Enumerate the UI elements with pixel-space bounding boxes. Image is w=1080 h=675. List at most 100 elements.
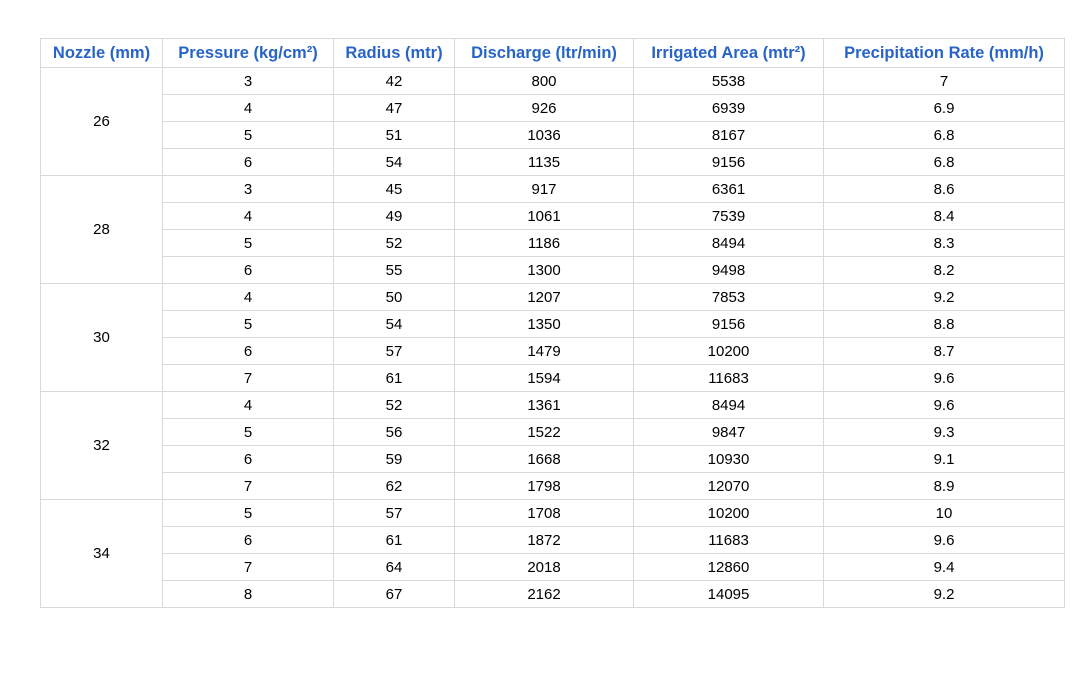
discharge-cell: 1361 — [454, 391, 634, 419]
table-row: 4 47 926 6939 6.9 — [41, 94, 1065, 122]
table-row: 28 3 45 917 6361 8.6 — [40, 175, 1065, 284]
pressure-cell: 7 — [162, 553, 334, 581]
header-radius: Radius (mtr) — [333, 38, 455, 68]
table-row: 34 5 57 1708 10200 10 — [40, 499, 1065, 608]
precipitation-rate-cell: 8.3 — [823, 229, 1065, 257]
pressure-cell: 6 — [162, 256, 334, 284]
pressure-cell: 6 — [162, 445, 334, 473]
nozzle-cell: 28 — [40, 175, 163, 284]
radius-cell: 54 — [333, 310, 455, 338]
radius-cell: 56 — [333, 418, 455, 446]
nozzle-cell: 30 — [40, 283, 163, 392]
discharge-cell: 1479 — [454, 337, 634, 365]
irrigated-area-cell: 9847 — [633, 418, 824, 446]
radius-cell: 54 — [333, 148, 455, 176]
pressure-cell: 8 — [162, 580, 334, 608]
pressure-cell: 4 — [162, 202, 334, 230]
radius-cell: 45 — [333, 175, 455, 203]
discharge-cell: 1798 — [454, 472, 634, 500]
table-row: 6 54 1135 9156 6.8 — [41, 148, 1065, 176]
header-precipitation-rate: Precipitation Rate (mm/h) — [823, 38, 1065, 68]
irrigated-area-cell: 7853 — [633, 283, 824, 311]
precipitation-rate-cell: 6.9 — [823, 94, 1065, 122]
radius-cell: 55 — [333, 256, 455, 284]
table-row: 6 59 1668 10930 9.1 — [41, 445, 1065, 473]
irrigated-area-cell: 12860 — [633, 553, 824, 581]
table-row: 30 4 50 1207 7853 9.2 — [40, 283, 1065, 392]
pressure-cell: 4 — [162, 283, 334, 311]
pressure-cell: 6 — [162, 526, 334, 554]
radius-cell: 52 — [333, 229, 455, 257]
precipitation-rate-cell: 6.8 — [823, 121, 1065, 149]
irrigated-area-cell: 10930 — [633, 445, 824, 473]
irrigated-area-cell: 12070 — [633, 472, 824, 500]
radius-cell: 57 — [333, 337, 455, 365]
irrigated-area-cell: 5538 — [633, 67, 824, 95]
precipitation-rate-cell: 9.6 — [823, 391, 1065, 419]
nozzle-cell: 26 — [40, 67, 163, 176]
nozzle-cell: 34 — [40, 499, 163, 608]
precipitation-rate-cell: 9.6 — [823, 526, 1065, 554]
header-irrigated-area: Irrigated Area (mtr²) — [633, 38, 824, 68]
table-row: 7 62 1798 12070 8.9 — [41, 472, 1065, 500]
pressure-cell: 5 — [162, 499, 334, 527]
irrigated-area-cell: 9156 — [633, 148, 824, 176]
precipitation-rate-cell: 8.6 — [823, 175, 1065, 203]
irrigated-area-cell: 11683 — [633, 526, 824, 554]
pressure-cell: 3 — [162, 67, 334, 95]
irrigated-area-cell: 8494 — [633, 391, 824, 419]
precipitation-rate-cell: 10 — [823, 499, 1065, 527]
discharge-cell: 1036 — [454, 121, 634, 149]
discharge-cell: 917 — [454, 175, 634, 203]
table-row: 5 56 1522 9847 9.3 — [41, 418, 1065, 446]
irrigated-area-cell: 7539 — [633, 202, 824, 230]
discharge-cell: 926 — [454, 94, 634, 122]
discharge-cell: 1872 — [454, 526, 634, 554]
nozzle-cell: 32 — [40, 391, 163, 500]
table-row: 8 67 2162 14095 9.2 — [41, 580, 1065, 608]
table-row: 7 64 2018 12860 9.4 — [41, 553, 1065, 581]
precipitation-rate-cell: 9.3 — [823, 418, 1065, 446]
header-discharge: Discharge (ltr/min) — [454, 38, 634, 68]
table-row: 5 51 1036 8167 6.8 — [41, 121, 1065, 149]
pressure-cell: 6 — [162, 148, 334, 176]
discharge-cell: 1594 — [454, 364, 634, 392]
header-pressure: Pressure (kg/cm²) — [162, 38, 334, 68]
table-row: 6 55 1300 9498 8.2 — [41, 256, 1065, 284]
discharge-cell: 1186 — [454, 229, 634, 257]
precipitation-rate-cell: 8.9 — [823, 472, 1065, 500]
pressure-cell: 5 — [162, 121, 334, 149]
radius-cell: 49 — [333, 202, 455, 230]
precipitation-rate-cell: 8.2 — [823, 256, 1065, 284]
radius-cell: 42 — [333, 67, 455, 95]
irrigated-area-cell: 9156 — [633, 310, 824, 338]
radius-cell: 52 — [333, 391, 455, 419]
header-nozzle: Nozzle (mm) — [40, 38, 163, 68]
radius-cell: 50 — [333, 283, 455, 311]
radius-cell: 64 — [333, 553, 455, 581]
irrigated-area-cell: 8167 — [633, 121, 824, 149]
table-row: 5 52 1186 8494 8.3 — [41, 229, 1065, 257]
pressure-cell: 7 — [162, 472, 334, 500]
precipitation-rate-cell: 8.8 — [823, 310, 1065, 338]
irrigated-area-cell: 9498 — [633, 256, 824, 284]
precipitation-rate-cell: 9.1 — [823, 445, 1065, 473]
discharge-cell: 2162 — [454, 580, 634, 608]
pressure-cell: 5 — [162, 229, 334, 257]
table-row: 5 54 1350 9156 8.8 — [41, 310, 1065, 338]
irrigated-area-cell: 8494 — [633, 229, 824, 257]
pressure-cell: 7 — [162, 364, 334, 392]
pressure-cell: 4 — [162, 94, 334, 122]
precipitation-rate-cell: 7 — [823, 67, 1065, 95]
irrigated-area-cell: 10200 — [633, 337, 824, 365]
discharge-cell: 800 — [454, 67, 634, 95]
pressure-cell: 6 — [162, 337, 334, 365]
irrigated-area-cell: 6939 — [633, 94, 824, 122]
precipitation-rate-cell: 9.4 — [823, 553, 1065, 581]
radius-cell: 51 — [333, 121, 455, 149]
table-row: 4 49 1061 7539 8.4 — [41, 202, 1065, 230]
discharge-cell: 1300 — [454, 256, 634, 284]
radius-cell: 62 — [333, 472, 455, 500]
radius-cell: 61 — [333, 364, 455, 392]
discharge-cell: 2018 — [454, 553, 634, 581]
